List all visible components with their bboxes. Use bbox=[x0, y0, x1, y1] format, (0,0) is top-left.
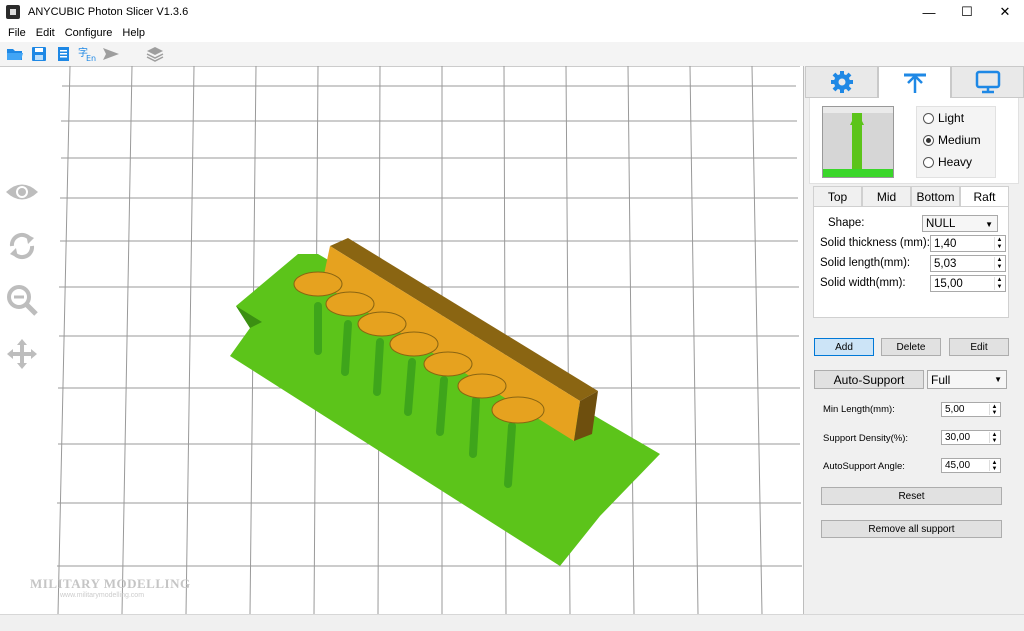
title-bar: ANYCUBIC Photon Slicer V1.3.6 — ☐ ✕ bbox=[0, 0, 1024, 24]
auto-support-mode-value: Full bbox=[931, 372, 951, 387]
close-button[interactable]: ✕ bbox=[986, 0, 1024, 24]
min-length-label: Min Length(mm): bbox=[823, 404, 895, 415]
layers-icon[interactable] bbox=[146, 45, 164, 63]
chevron-down-icon: ▼ bbox=[985, 220, 993, 229]
tab-settings[interactable] bbox=[805, 66, 878, 98]
menu-bar: File Edit Configure Help bbox=[0, 24, 1024, 42]
menu-help[interactable]: Help bbox=[122, 27, 145, 39]
tab-mid[interactable]: Mid bbox=[862, 186, 911, 206]
shape-select[interactable]: NULL ▼ bbox=[922, 215, 998, 232]
eye-icon[interactable] bbox=[4, 174, 40, 210]
move-icon[interactable] bbox=[4, 336, 40, 372]
reset-button[interactable]: Reset bbox=[821, 487, 1002, 505]
solid-width-input[interactable]: 15,00 ▲ ▼ bbox=[930, 275, 1006, 292]
view-tools bbox=[4, 174, 40, 390]
zoom-icon[interactable] bbox=[4, 282, 40, 318]
support-level-area: Light Medium Heavy bbox=[809, 98, 1019, 184]
svg-text:En: En bbox=[86, 54, 96, 62]
language-icon[interactable]: 字 En bbox=[78, 45, 96, 63]
solid-thickness-label: Solid thickness (mm): bbox=[820, 237, 930, 249]
shape-value: NULL bbox=[926, 217, 956, 230]
spin-down-icon[interactable]: ▼ bbox=[995, 284, 1004, 291]
support-density-value: 30,00 bbox=[945, 432, 971, 443]
open-folder-icon[interactable] bbox=[6, 45, 24, 63]
solid-thickness-input[interactable]: 1,40 ▲ ▼ bbox=[930, 235, 1006, 252]
spin-down-icon[interactable]: ▼ bbox=[990, 410, 999, 416]
tab-bottom[interactable]: Bottom bbox=[911, 186, 960, 206]
radio-light[interactable]: Light bbox=[917, 107, 995, 129]
support-tree-icon bbox=[903, 73, 926, 93]
solid-length-input[interactable]: 5,03 ▲ ▼ bbox=[930, 255, 1006, 272]
tab-top[interactable]: Top bbox=[813, 186, 862, 206]
radio-label: Medium bbox=[938, 133, 981, 147]
min-length-value: 5,00 bbox=[945, 404, 965, 415]
radio-label: Heavy bbox=[938, 155, 973, 169]
add-button[interactable]: Add bbox=[814, 338, 874, 356]
window-title: ANYCUBIC Photon Slicer V1.3.6 bbox=[28, 6, 189, 18]
raft-settings: Shape: NULL ▼ Solid thickness (mm): 1,40 ▲… bbox=[813, 206, 1009, 318]
autosupport-angle-input[interactable]: 45,00 ▲ ▼ bbox=[941, 458, 1001, 473]
radio-label: Light bbox=[938, 111, 965, 125]
support-density-input[interactable]: 30,00 ▲ ▼ bbox=[941, 430, 1001, 445]
radio-button-checked[interactable] bbox=[923, 134, 934, 146]
solid-length-label: Solid length(mm): bbox=[820, 257, 911, 269]
support-sub-tabs: Top Mid Bottom Raft bbox=[813, 186, 1009, 206]
radio-heavy[interactable]: Heavy bbox=[917, 151, 995, 173]
tab-display[interactable] bbox=[951, 66, 1024, 98]
auto-support-mode-select[interactable]: Full ▼ bbox=[927, 370, 1007, 389]
solid-width-label: Solid width(mm): bbox=[820, 277, 906, 289]
minimize-button[interactable]: — bbox=[910, 0, 948, 24]
delete-button[interactable]: Delete bbox=[881, 338, 941, 356]
min-length-input[interactable]: 5,00 ▲ ▼ bbox=[941, 402, 1001, 417]
menu-edit[interactable]: Edit bbox=[36, 27, 55, 39]
radio-medium[interactable]: Medium bbox=[917, 129, 995, 151]
maximize-button[interactable]: ☐ bbox=[948, 0, 986, 24]
radio-button[interactable] bbox=[923, 156, 934, 168]
gear-icon bbox=[830, 71, 853, 93]
solid-width-value: 15,00 bbox=[934, 277, 963, 290]
watermark-url: www.militarymodelling.com bbox=[60, 592, 145, 599]
shape-label: Shape: bbox=[828, 217, 865, 229]
watermark: MILITARY MODELLING bbox=[30, 576, 191, 591]
autosupport-angle-label: AutoSupport Angle: bbox=[823, 461, 905, 472]
3d-viewport[interactable]: MILITARY MODELLING www.militarymodelling… bbox=[0, 66, 804, 614]
save-icon[interactable] bbox=[30, 45, 48, 63]
spin-down-icon[interactable]: ▼ bbox=[990, 438, 999, 444]
build-plate-scene[interactable] bbox=[0, 66, 804, 614]
support-level-radio-group: Light Medium Heavy bbox=[916, 106, 996, 178]
auto-support-button[interactable]: Auto-Support bbox=[814, 370, 924, 389]
right-panel: Light Medium Heavy Top Mid Bottom Raft S… bbox=[805, 66, 1024, 614]
spin-down-icon[interactable]: ▼ bbox=[990, 466, 999, 472]
tab-support[interactable] bbox=[878, 66, 951, 98]
support-preview bbox=[822, 106, 894, 178]
edit-button[interactable]: Edit bbox=[949, 338, 1009, 356]
autosupport-angle-value: 45,00 bbox=[945, 460, 971, 471]
menu-file[interactable]: File bbox=[8, 27, 26, 39]
remove-all-support-button[interactable]: Remove all support bbox=[821, 520, 1002, 538]
spin-down-icon[interactable]: ▼ bbox=[995, 264, 1004, 271]
status-bar bbox=[0, 614, 1024, 631]
toolbar: 字 En bbox=[0, 42, 1024, 66]
document-icon[interactable] bbox=[54, 45, 72, 63]
app-icon bbox=[6, 5, 20, 19]
chevron-down-icon: ▼ bbox=[994, 375, 1002, 384]
solid-thickness-value: 1,40 bbox=[934, 237, 957, 250]
radio-button[interactable] bbox=[923, 112, 934, 124]
send-icon[interactable] bbox=[102, 45, 120, 63]
spin-down-icon[interactable]: ▼ bbox=[995, 244, 1004, 251]
rotate-icon[interactable] bbox=[4, 228, 40, 264]
solid-length-value: 5,03 bbox=[934, 257, 957, 270]
menu-configure[interactable]: Configure bbox=[65, 27, 113, 39]
support-density-label: Support Density(%): bbox=[823, 433, 909, 444]
tab-raft[interactable]: Raft bbox=[960, 186, 1009, 206]
monitor-icon bbox=[975, 70, 1000, 94]
